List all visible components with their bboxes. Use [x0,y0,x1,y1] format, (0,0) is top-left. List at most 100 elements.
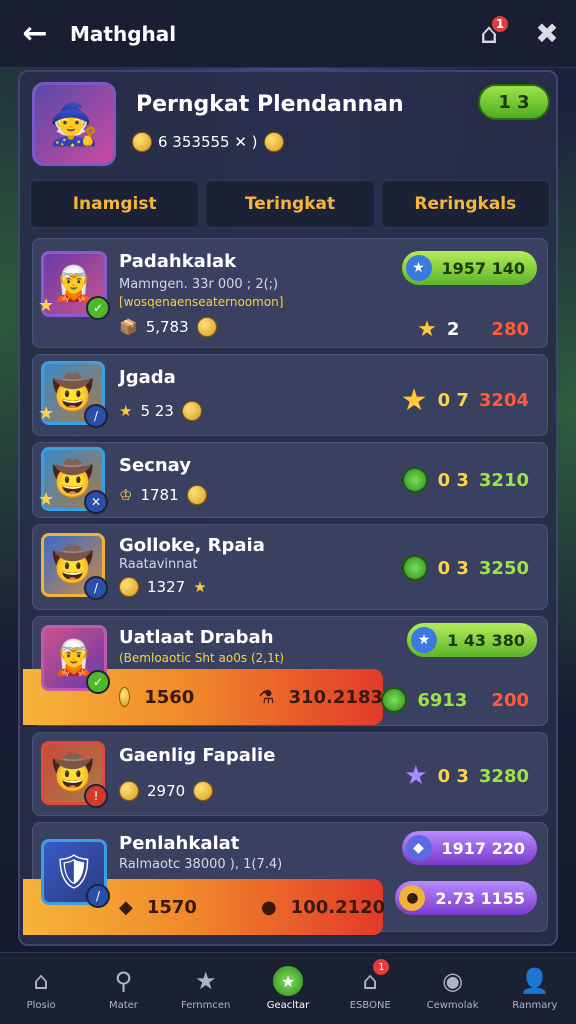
score-pill[interactable]: ◆ 1917 220 [401,831,537,865]
nav-label: Fernmcen [181,1000,231,1011]
tab-reringkals[interactable]: Reringkals [380,180,550,228]
search-icon: ⚲ [114,967,133,995]
star-icon: ★ [417,317,437,342]
avatar: 🤠 ★ / [38,361,108,428]
hero-avatar: 🧙 [32,82,116,166]
coin-icon [263,132,284,152]
player-stat: 1327 ★ [119,577,207,597]
check-icon: ✓ [86,670,110,694]
avatar: 🛡 / [41,839,110,908]
stat-value: 5,783 [145,318,189,336]
rank-value: 0 3 [437,469,469,491]
profile-title: Perngkat Plendannan [136,92,404,117]
level-pill[interactable]: 1 3 [478,84,550,120]
alert-icon: ! [84,784,108,808]
list-item[interactable]: 🧝 ★ ✓ Padahkalak Mamngen. 33r 000 ; 2(;)… [32,238,548,348]
close-icon[interactable]: ✖ [518,14,576,54]
nav-search[interactable]: ⚲ Mater [82,953,164,1024]
check-icon: ✓ [86,296,110,320]
right-stats: ★ 0 7 3204 [401,383,529,418]
nav-label: Cewmolak [426,1000,479,1011]
profile-currency: 6 353555 ✕ ) [132,132,284,152]
avatar: 🤠 ★ ✕ [38,447,108,514]
star-icon: ★ [400,383,428,418]
crossed-swords-icon: ✕ [84,490,108,514]
coin-icon [186,485,207,505]
pill-value: 2.73 1155 [435,888,525,908]
nav-store[interactable]: ⌂ 1 ESBONE [329,953,411,1024]
list-item[interactable]: 🤠 ! Gaenlig Fapalie 2970 ★ 0 3 3280 [32,732,548,816]
player-name: Uatlaat Drabah [119,627,274,648]
score-value: 3250 [478,557,529,579]
sword-icon: / [86,884,110,908]
list-item[interactable]: 🤠 ★ / Jgada ★ 5 23 ★ 0 7 3204 [32,354,548,436]
tab-inamgist[interactable]: Inamgist [30,180,200,228]
bar-value-b: 100.2120 [290,896,386,918]
list-item[interactable]: 🛡 / Penlahkalat Ralmaotc 38000 ), 1(7.4)… [23,822,548,935]
player-name: Gaenlig Fapalie [119,745,276,766]
list-item[interactable]: 🧝 ✓ Uatlaat Drabah (Bemloaotic Sht ao0s … [23,616,548,726]
score-pill-secondary[interactable]: ● 2.73 1155 [395,881,537,915]
stat-value: 1781 [140,486,179,504]
stat-value: 1327 [147,578,186,596]
star-icon: ★ [38,489,55,510]
player-name: Penlahkalat [119,833,240,854]
stat-value: 5 23 [140,402,174,420]
player-tag: [wosqenaenseaternoomon] [119,295,284,309]
nav-favorites[interactable]: ★ Fernmcen [165,953,247,1024]
score-pill[interactable]: ★ 1 43 380 [407,623,537,657]
nav-profile[interactable]: 👤 Ranmary [494,953,576,1024]
star-count: 2 [446,319,460,340]
player-stat: 2970 [119,781,214,801]
nav-leaderboard[interactable]: ★ Geacltar [247,953,329,1024]
leaderboard-list: 🧝 ★ ✓ Padahkalak Mamngen. 33r 000 ; 2(;)… [23,238,548,938]
coin-icon [119,577,139,597]
nav-label: ESBONE [349,1000,391,1011]
score-pill[interactable]: ★ 1957 140 [401,251,537,285]
player-name: Golloke, Rpaia [119,535,265,556]
list-item[interactable]: 🤠 ★ ✕ Secnay ♔ 1781 0 3 3210 [32,442,548,518]
home-icon: ⌂ [33,967,49,995]
nav-label: Plosio [26,1000,56,1011]
coin-icon [119,687,131,707]
notification-badge: 1 [490,13,510,34]
tab-teringkat[interactable]: Teringkat [205,180,375,228]
coin-icon [119,781,139,801]
bar-value-a: 1570 [146,896,197,918]
nav-home[interactable]: ⌂ Plosio [0,953,82,1024]
shield-icon: ◉ [442,967,464,995]
back-arrow-icon[interactable]: ← [0,16,70,51]
sword-icon: / [84,576,108,600]
shield-icon [381,687,408,713]
star-icon: ★ [38,295,55,316]
leaderboard-panel: 🧙 Perngkat Plendannan 6 353555 ✕ ) 1 3 I… [18,70,558,946]
star-icon: ★ [193,578,207,596]
gem-icon: ★ [405,255,432,281]
nav-clan[interactable]: ◉ Cewmolak [411,953,493,1024]
currency-value: 6 353555 ✕ ) [158,133,258,151]
score-value: 3280 [478,765,529,787]
chest-icon: 📦 [119,318,138,336]
bar-value-b: 310.2183 [288,686,383,708]
score-value: 3204 [478,390,529,411]
purple-star-icon: ★ [404,761,428,791]
coin-icon: ● [399,885,426,911]
star-icon: ★ [119,402,133,420]
crown-icon: ♔ [119,486,133,504]
avatar: 🧝 ★ ✓ [38,251,110,320]
player-subtitle: Ralmaotc 38000 ), 1(7.4) [119,857,283,872]
gem-icon: ★ [411,627,438,653]
right-stats: ★ 0 3 3280 [404,761,529,791]
nav-label: Mater [108,1000,138,1011]
right-stats: 0 3 3250 [401,555,529,581]
player-stat: ★ 5 23 [119,401,202,421]
coin-icon [196,317,217,337]
sword-icon: / [84,404,108,428]
rank-value: 0 3 [437,557,469,579]
page-title: Mathghal [70,21,177,46]
home-icon[interactable]: ⌂ 1 [460,13,518,54]
player-stat: 📦 5,783 [119,317,217,337]
nav-label: Geacltar [266,1000,310,1011]
list-item[interactable]: 🤠 / Golloke, Rpaia Raatavinnat 1327 ★ 0 3… [32,524,548,610]
pill-value: 1917 220 [441,838,526,858]
